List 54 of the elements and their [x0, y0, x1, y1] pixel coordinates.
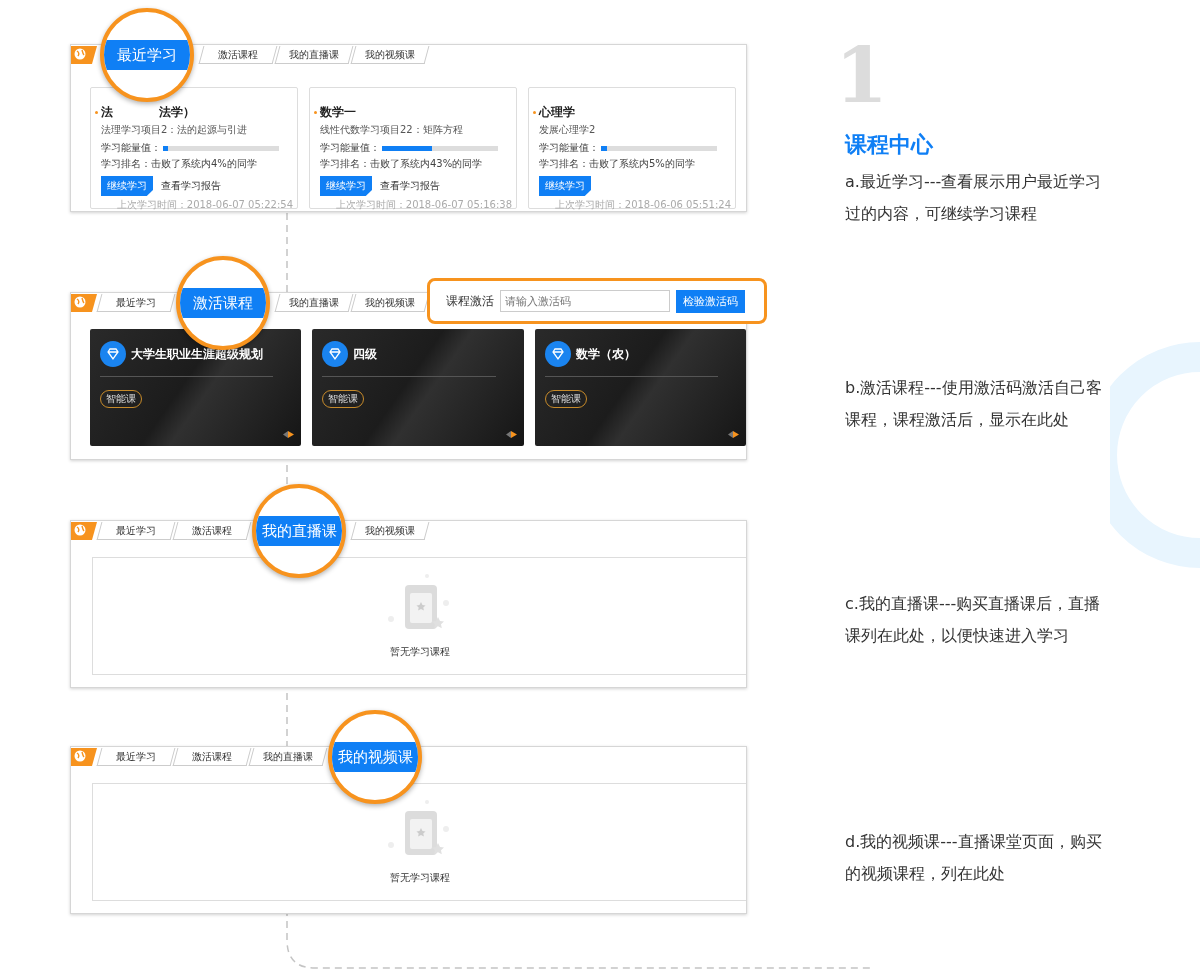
tab[interactable]: 最近学习	[100, 8, 194, 102]
energy-label: 学习能量值：	[101, 141, 161, 155]
tab[interactable]: 我的视频课	[350, 294, 430, 312]
card-title: 数学（农）	[575, 345, 636, 363]
continue-button[interactable]: 继续学习	[320, 176, 372, 196]
empty-message: 暂无学习课程	[389, 871, 450, 885]
energy-label: 学习能量值：	[320, 141, 380, 155]
lesson-subtitle: 发展心理学2	[539, 123, 597, 137]
tab[interactable]: 我的直播课	[274, 294, 354, 312]
report-link[interactable]: 查看学习报告	[161, 179, 221, 193]
arrow-icon	[283, 431, 296, 438]
tab[interactable]: 激活课程	[172, 748, 252, 766]
bullet-icon	[95, 111, 98, 114]
verify-button[interactable]: 检验激活码	[676, 289, 745, 313]
tab[interactable]: 我的直播课	[252, 484, 346, 578]
continue-button[interactable]: 继续学习	[101, 176, 153, 196]
code-field[interactable]: 请输入激活码	[500, 290, 670, 312]
last-study-time: 上次学习时间：2018-06-07 05:16:38	[335, 198, 512, 212]
rank-text: 学习排名：击败了系统内43%的同学	[320, 157, 484, 171]
feature-description: d.我的视频课---直播课堂页面，购买的视频课程，列在此处	[845, 831, 1103, 885]
tab[interactable]: 我的视频课	[350, 522, 430, 540]
tab[interactable]: 最近学习	[96, 522, 176, 540]
lesson-subtitle: 法理学习项目2：法的起源与引进	[101, 123, 249, 137]
bullet-icon	[533, 111, 536, 114]
section-title: 课程中心	[845, 131, 934, 159]
empty-message: 暂无学习课程	[389, 645, 450, 659]
card-title: 心理学	[539, 104, 575, 121]
card-title: 数学一	[320, 104, 356, 121]
tab[interactable]: 我的直播课	[248, 748, 328, 766]
card-title: 法	[101, 104, 113, 121]
tab[interactable]: 我的视频课	[328, 710, 422, 804]
tab[interactable]: 我的视频课	[350, 46, 430, 64]
last-study-time: 上次学习时间：2018-06-07 05:22:54	[116, 198, 293, 212]
bullet-icon	[314, 111, 317, 114]
feature-description: c.我的直播课---购买直播课后，直播课列在此处，以便快速进入学习	[845, 593, 1102, 647]
tab[interactable]: 最近学习	[96, 748, 176, 766]
tab[interactable]: 最近学习	[96, 294, 176, 312]
report-link[interactable]: 查看学习报告	[380, 179, 440, 193]
card-title: 四级	[353, 345, 378, 363]
energy-label: 学习能量值：	[539, 141, 599, 155]
continue-button[interactable]: 继续学习	[539, 176, 591, 196]
last-study-time: 上次学习时间：2018-06-06 05:51:24	[554, 198, 731, 212]
tab[interactable]: 我的直播课	[274, 46, 354, 64]
feature-description: a.最近学习---查看展示用户最近学习过的内容，可继续学习课程	[845, 171, 1103, 225]
feature-description: b.激活课程---使用激活码激活自己客课程，课程激活后，显示在此处	[845, 377, 1103, 431]
card-title: 法学）	[159, 104, 195, 121]
rank-text: 学习排名：击败了系统内5%的同学	[539, 157, 696, 171]
arrow-icon	[728, 431, 740, 438]
lesson-subtitle: 线性代数学习项目22：矩阵方程	[320, 123, 464, 137]
tab[interactable]: 激活课程	[198, 46, 278, 64]
tab[interactable]: 激活课程	[172, 522, 252, 540]
activation-label: 课程激活	[446, 292, 494, 310]
arrow-icon	[505, 431, 518, 438]
rank-text: 学习排名：击败了系统内4%的同学	[101, 157, 258, 171]
